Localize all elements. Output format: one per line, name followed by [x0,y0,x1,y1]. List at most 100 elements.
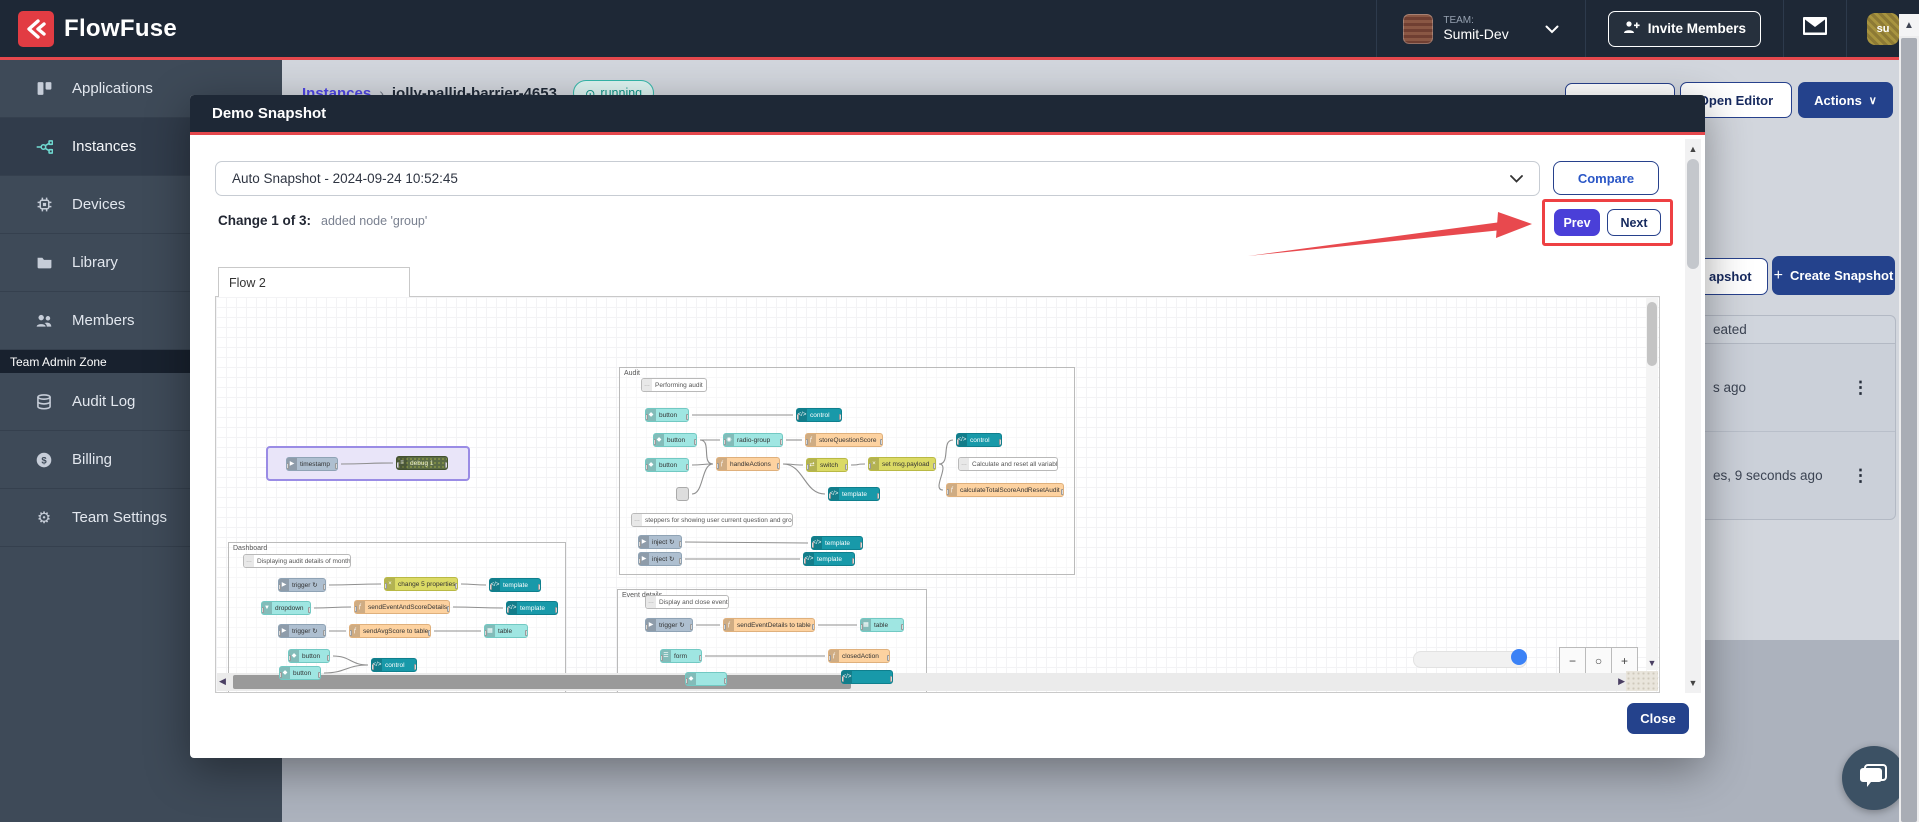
flow-node: ◆ [685,672,727,686]
create-snapshot-button[interactable]: + Create Snapshot [1772,256,1895,295]
flow-node: ƒ sendAvgScore to table [349,624,431,638]
scroll-up-icon[interactable]: ▲ [1899,14,1919,36]
flow-node: ◆ button [645,458,689,472]
team-label: TEAM: [1443,15,1474,26]
flow-node: … Calculate and reset all variable [958,457,1058,471]
flow-node-label: Calculate and reset all variable [972,461,1057,468]
flow-node-icon: </> [372,659,382,671]
flow-node: ƒ sendEventDetails to table [723,618,815,632]
snapshot-select[interactable]: Auto Snapshot - 2024-09-24 10:52:45 [215,161,1540,196]
flow-node-icon: ƒ [829,650,839,662]
flow-node-label: calculateTotalScoreAndResetAudit [960,487,1060,494]
flow-node: ◆ button [653,433,697,447]
flow-node-label: sendAvgScore to table [363,628,429,635]
scrollbar-thumb[interactable] [1687,159,1699,269]
flow-node: ▼ dropdown [261,601,311,615]
team-selector[interactable]: TEAM: Sumit-Dev [1377,0,1584,57]
flow-node: </> template [489,578,541,592]
flow-node-icon: </> [829,488,839,500]
flow-node: </> template [828,487,880,501]
flow-node: ▶ trigger ↻ [645,618,693,632]
flow-node-label: table [498,628,513,635]
flow-node-label: set msg.payload [882,461,930,468]
flow-node: </> template [803,552,855,566]
flow-node-label: control [810,412,830,419]
flow-node: ƒ closedAction [828,649,890,663]
flow-node-icon: … [959,458,969,470]
flow-node: ▦ table [484,624,528,638]
page-scrollbar[interactable]: ▲ [1899,14,1919,822]
invite-members-button[interactable]: Invite Members [1607,10,1761,47]
flow-node: ƒ handleActions [716,457,780,471]
table-row: es, 9 seconds ago ⋮ [1689,431,1895,519]
flow-node: … steppers for showing user current quest… [631,513,793,527]
compare-button[interactable]: Compare [1553,161,1659,195]
kebab-menu-icon[interactable]: ⋮ [1852,467,1869,484]
actions-button[interactable]: Actions ∨ [1798,82,1893,118]
team-avatar [1403,13,1434,44]
flow-canvas[interactable]: Event details Dashboard Audit − ○ + ▼ ◀ ▶ … [215,296,1660,693]
flow-node: </> [841,670,893,684]
next-button[interactable]: Next [1607,209,1661,236]
user-avatar[interactable]: su [1867,12,1899,45]
flow-node: </> template [811,536,863,550]
flow-node: </> control [371,658,417,672]
flow-node-label: closedAction [842,653,879,660]
flow-node-label: table [874,622,889,629]
flow-node: ⇄ switch [806,458,848,472]
top-header: FlowFuse TEAM: Sumit-Dev Invite Members … [0,0,1919,57]
mail-icon[interactable] [1803,17,1827,40]
header-divider [1846,0,1847,57]
flow-node-icon: </> [490,579,500,591]
flow-node-label: button [293,670,312,677]
folder-icon [34,253,54,273]
change-counter: Change 1 of 3: [218,213,312,228]
flow-node-label: template [825,540,850,547]
flow-node-label: template [817,556,842,563]
flow-node-label: handleActions [730,461,771,468]
flow-node-icon: </> [812,537,822,549]
kebab-menu-icon[interactable]: ⋮ [1852,379,1869,396]
flow-node-label: trigger ↻ [292,628,318,635]
flow-node-label: sendEventAndScoreDetails [368,604,448,611]
flow-node-icon: ▶ [646,619,656,631]
flow-node: ƒ storeQuestionScore [805,433,883,447]
flow-node-icon: ◆ [646,459,656,471]
flow-wires [313,414,954,674]
close-button[interactable]: Close [1627,703,1689,734]
flow-node-label: template [842,491,867,498]
modal-scrollbar[interactable]: ▲ ▼ [1685,139,1701,693]
flow-node: … Displaying audit details of month [243,554,351,568]
billing-icon: $ [34,450,54,470]
modal-title: Demo Snapshot [190,95,1705,135]
flow-node: ◆ button [279,666,321,680]
flow-node: … Display and close events [645,595,729,609]
chat-widget-button[interactable] [1842,746,1906,810]
scroll-down-icon[interactable]: ▼ [1685,675,1701,691]
prev-button[interactable]: Prev [1554,209,1600,236]
flow-node-icon: ▶ [639,536,649,548]
flow-node-icon: ◆ [646,409,656,421]
header-accent-line [0,57,1919,60]
scroll-up-icon[interactable]: ▲ [1685,141,1701,157]
change-detail: added node 'group' [321,214,428,228]
flow-node-label: button [659,412,678,419]
brand[interactable]: FlowFuse [0,10,177,47]
tab-flow-2[interactable]: Flow 2 [218,267,410,297]
demo-snapshot-modal: Demo Snapshot Auto Snapshot - 2024-09-24… [190,95,1705,758]
flow-node-icon: ≡ [397,457,407,469]
flow-node: ▶ inject ↻ [638,535,682,549]
flow-node-icon: ▶ [287,458,297,470]
flow-node: ▶ trigger ↻ [278,624,326,638]
scrollbar-thumb[interactable] [1901,38,1917,822]
flow-node-icon: … [642,379,652,391]
flow-node: </> control [796,408,842,422]
table-header-created: eated [1689,316,1895,344]
flow-node: ☰ form [660,649,702,663]
flow-node-label: change 5 properties [398,581,456,588]
flow-node-icon: ▶ [639,553,649,565]
flow-node-label: trigger ↻ [659,622,685,629]
flow-node-icon: ƒ [350,625,360,637]
flow-node-icon: ▼ [262,602,272,614]
table-row: s ago ⋮ [1713,377,1869,397]
